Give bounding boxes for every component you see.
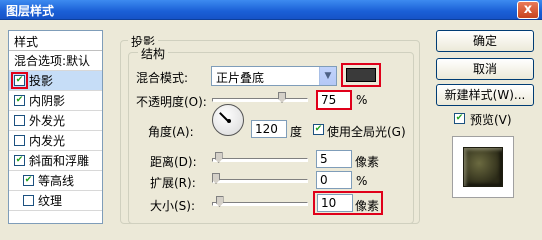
opacity-slider-track[interactable]	[212, 98, 308, 102]
spread-label: 扩展(R):	[150, 176, 196, 190]
window-title: 图层样式	[6, 4, 55, 18]
angle-unit: 度	[290, 125, 303, 139]
angle-label: 角度(A):	[148, 125, 194, 139]
style-item-label: 外发光	[29, 114, 66, 128]
inner-shadow-checkbox[interactable]	[14, 95, 25, 106]
styles-list-header[interactable]: 样式	[9, 31, 102, 51]
outer-glow-checkbox[interactable]	[14, 115, 25, 126]
blend-mode-select[interactable]: 正片叠底 ▼	[211, 66, 337, 86]
style-item-label: 混合选项:默认	[14, 54, 91, 68]
style-item-blending-options[interactable]: 混合选项:默认	[9, 51, 102, 71]
contour-checkbox[interactable]	[23, 175, 34, 186]
cancel-button[interactable]: 取消	[436, 58, 534, 80]
styles-list: 样式 混合选项:默认 投影 内阴影 外发光 内发光 斜面和浮雕 等高线 纹理	[8, 30, 103, 224]
style-item-contour[interactable]: 等高线	[9, 171, 102, 191]
spread-input[interactable]: 0	[316, 171, 352, 189]
distance-slider-track[interactable]	[212, 158, 308, 162]
global-light-checkbox[interactable]	[313, 124, 324, 135]
bevel-emboss-checkbox[interactable]	[14, 155, 25, 166]
preview-swatch	[463, 147, 503, 187]
size-unit: 像素	[355, 199, 380, 213]
style-item-inner-shadow[interactable]: 内阴影	[9, 91, 102, 111]
title-bar: 图层样式 x	[0, 0, 542, 20]
shadow-color-highlight	[341, 63, 381, 87]
style-item-label: 斜面和浮雕	[29, 154, 90, 168]
style-item-label: 内发光	[29, 134, 66, 148]
spread-slider-track[interactable]	[212, 179, 308, 183]
opacity-input[interactable]: 75	[316, 90, 352, 110]
angle-center	[227, 119, 231, 123]
inner-glow-checkbox[interactable]	[14, 135, 25, 146]
style-item-texture[interactable]: 纹理	[9, 191, 102, 211]
style-item-outer-glow[interactable]: 外发光	[9, 111, 102, 131]
drop-shadow-checkbox[interactable]	[11, 72, 28, 89]
style-item-label: 内阴影	[29, 94, 66, 108]
blend-mode-value: 正片叠底	[216, 71, 265, 85]
angle-dial[interactable]	[212, 104, 244, 136]
size-input[interactable]: 10	[317, 194, 353, 212]
size-slider-track[interactable]	[212, 202, 308, 206]
style-preview	[452, 136, 514, 198]
new-style-button[interactable]: 新建样式(W)...	[436, 84, 534, 106]
distance-label: 距离(D):	[150, 155, 197, 169]
distance-input[interactable]: 5	[316, 150, 352, 168]
blend-mode-label: 混合模式:	[136, 71, 189, 85]
ok-button[interactable]: 确定	[436, 30, 534, 52]
style-item-label: 等高线	[38, 174, 75, 188]
size-label: 大小(S):	[150, 199, 196, 213]
texture-checkbox[interactable]	[23, 195, 34, 206]
style-item-label: 投影	[29, 74, 54, 88]
preview-checkbox[interactable]	[454, 113, 465, 124]
style-item-label: 纹理	[38, 194, 63, 208]
distance-unit: 像素	[355, 155, 380, 169]
close-button[interactable]: x	[517, 1, 539, 19]
global-light-label: 使用全局光(G)	[327, 125, 406, 139]
structure-group-title: 结构	[138, 45, 169, 62]
opacity-unit: %	[356, 93, 368, 107]
preview-label: 预览(V)	[470, 113, 512, 127]
spread-unit: %	[356, 174, 368, 188]
opacity-label: 不透明度(O):	[136, 95, 207, 109]
style-item-bevel-emboss[interactable]: 斜面和浮雕	[9, 151, 102, 171]
angle-input[interactable]: 120	[251, 120, 287, 138]
style-item-inner-glow[interactable]: 内发光	[9, 131, 102, 151]
chevron-down-icon[interactable]: ▼	[319, 67, 336, 85]
shadow-color-swatch[interactable]	[346, 68, 376, 82]
style-item-drop-shadow[interactable]: 投影	[9, 71, 102, 91]
